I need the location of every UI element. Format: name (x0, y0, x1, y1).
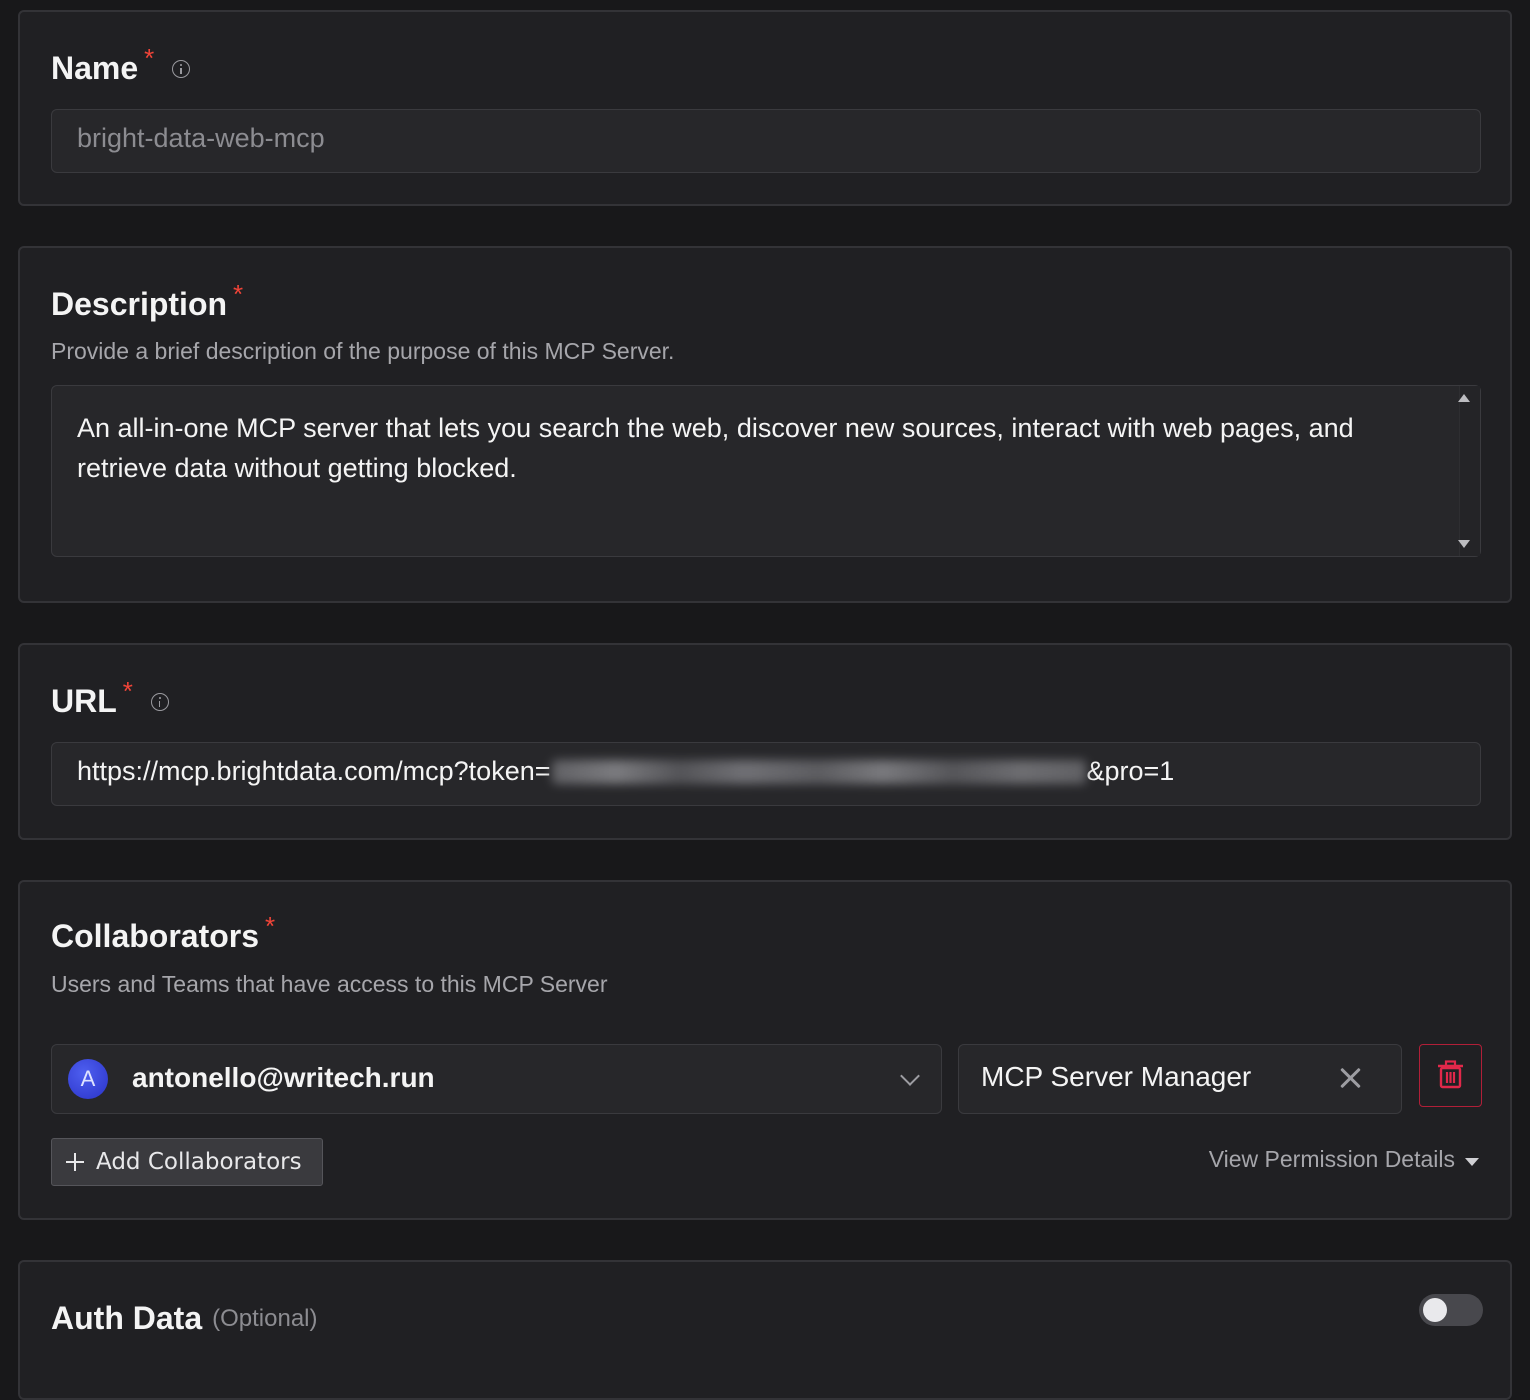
collaborator-role-select[interactable]: MCP Server Manager (958, 1044, 1402, 1114)
delete-collaborator-button[interactable] (1419, 1044, 1482, 1107)
collaborators-card: Collaborators * Users and Teams that hav… (18, 880, 1512, 1220)
collaborator-role: MCP Server Manager (981, 1061, 1252, 1092)
required-mark: * (144, 43, 155, 73)
name-card: Name * bright-data-web-mcp (18, 10, 1512, 206)
toggle-knob (1423, 1298, 1447, 1322)
name-input[interactable]: bright-data-web-mcp (51, 109, 1481, 173)
optional-label: (Optional) (212, 1304, 318, 1332)
description-card: Description * Provide a brief descriptio… (18, 246, 1512, 603)
name-label: Name (51, 50, 139, 86)
redacted-token (551, 759, 1086, 784)
url-prefix: https://mcp.brightdata.com/mcp?token= (77, 756, 551, 786)
url-suffix: &pro=1 (1086, 756, 1175, 786)
description-text: An all-in-one MCP server that lets you s… (77, 408, 1354, 488)
name-input-placeholder: bright-data-web-mcp (77, 123, 325, 153)
url-label: URL (51, 683, 117, 719)
auth-label-row: Auth Data (Optional) (51, 1300, 317, 1337)
plus-icon (66, 1153, 84, 1171)
collaborators-subtitle: Users and Teams that have access to this… (51, 971, 608, 997)
avatar: A (68, 1059, 108, 1099)
auth-data-card: Auth Data (Optional) (18, 1260, 1512, 1400)
info-icon[interactable] (150, 692, 169, 711)
description-label: Description (51, 286, 228, 322)
url-input[interactable]: https://mcp.brightdata.com/mcp?token= &p… (51, 742, 1481, 806)
chevron-down-icon[interactable] (900, 1066, 920, 1086)
collaborators-label-row: Collaborators * (51, 911, 275, 955)
collaborator-user-select[interactable]: A antonello@writech.run (51, 1044, 942, 1114)
description-line-2: retrieve data without getting blocked. (77, 453, 517, 483)
required-mark: * (122, 676, 133, 706)
view-permission-label: View Permission Details (1208, 1146, 1455, 1172)
auth-label: Auth Data (51, 1300, 203, 1336)
trash-icon (1437, 1059, 1463, 1088)
name-label-row: Name * (51, 43, 191, 87)
url-card: URL * https://mcp.brightdata.com/mcp?tok… (18, 643, 1512, 840)
scroll-up-arrow-icon[interactable] (1458, 394, 1470, 402)
url-label-row: URL * (51, 676, 169, 720)
caret-down-icon (1465, 1157, 1479, 1166)
required-mark: * (233, 279, 244, 309)
url-value: https://mcp.brightdata.com/mcp?token= &p… (77, 756, 1174, 787)
description-label-row: Description * (51, 279, 243, 323)
description-textarea[interactable]: An all-in-one MCP server that lets you s… (51, 385, 1481, 557)
info-icon[interactable] (172, 59, 191, 78)
view-permission-details-link[interactable]: View Permission Details (1209, 1146, 1479, 1173)
description-subtitle: Provide a brief description of the purpo… (51, 338, 675, 364)
add-collaborators-button[interactable]: Add Collaborators (51, 1138, 323, 1186)
add-collaborators-label: Add Collaborators (96, 1149, 302, 1175)
collaborator-email: antonello@writech.run (132, 1062, 435, 1093)
textarea-scrollbar[interactable] (1458, 386, 1480, 556)
description-line-1: An all-in-one MCP server that lets you s… (77, 413, 1354, 443)
scroll-down-arrow-icon[interactable] (1458, 540, 1470, 548)
collaborators-label: Collaborators (51, 918, 260, 954)
auth-data-toggle[interactable] (1419, 1294, 1483, 1326)
required-mark: * (265, 911, 276, 941)
close-icon[interactable] (1337, 1065, 1363, 1091)
